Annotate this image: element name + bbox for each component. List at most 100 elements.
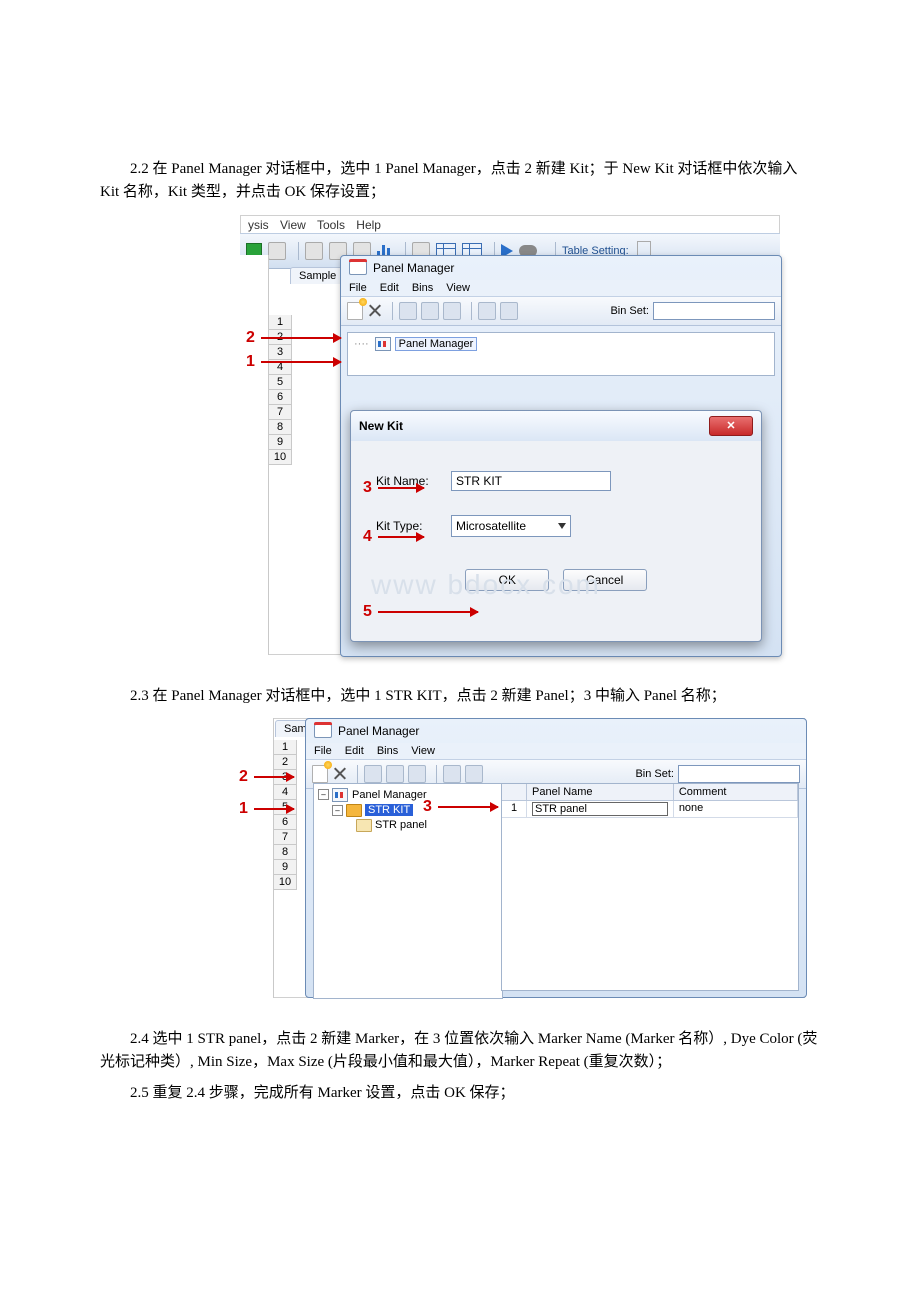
pm-tb-btn[interactable]	[399, 302, 417, 320]
grid-row[interactable]: 1 none	[502, 801, 798, 818]
pm-tb-btn[interactable]	[500, 302, 518, 320]
toolbar-icon-3[interactable]	[305, 242, 323, 260]
left-gutter	[240, 255, 269, 655]
figure-panel-manager-new-panel: Sample 1 2 3 4 5 6 7 8 9 10 Panel Manage…	[245, 718, 805, 998]
comment-cell[interactable]: none	[674, 801, 798, 817]
close-button[interactable]: ✕	[709, 416, 753, 436]
instruction-2-3: 2.3 在 Panel Manager 对话框中，选中 1 STR KIT，点击…	[100, 685, 820, 708]
tree-root-label: Panel Manager	[352, 789, 427, 801]
row-num: 1	[269, 315, 291, 330]
callout-2: 2	[246, 329, 341, 347]
menu-help[interactable]: Help	[356, 218, 381, 232]
delete-icon[interactable]	[332, 766, 347, 781]
instruction-2-5: 2.5 重复 2.4 步骤，完成所有 Marker 设置，点击 OK 保存；	[100, 1082, 820, 1105]
tree-panel-label: STR panel	[375, 819, 427, 831]
instruction-2-2: 2.2 在 Panel Manager 对话框中，选中 1 Panel Mana…	[100, 158, 820, 205]
menu-tools[interactable]: Tools	[317, 218, 345, 232]
new-kit-title: New Kit	[359, 419, 403, 433]
pm-tb-btn[interactable]	[465, 765, 483, 783]
tree-panel-node[interactable]: STR panel	[318, 819, 498, 832]
panel-manager-toolbar: Bin Set:	[341, 296, 781, 326]
pm-tb-btn[interactable]	[478, 302, 496, 320]
row-num: 10	[274, 875, 296, 890]
row-num: 7	[269, 405, 291, 420]
panel-name-input[interactable]	[532, 802, 668, 816]
grid-header-idx	[502, 784, 527, 800]
expand-toggle-icon[interactable]: –	[318, 789, 329, 800]
pm-menu-file[interactable]: File	[349, 282, 367, 294]
pm-tb-btn[interactable]	[443, 765, 461, 783]
row-num: 7	[274, 830, 296, 845]
pm-menu-edit[interactable]: Edit	[345, 745, 364, 757]
left-gutter	[245, 718, 274, 998]
binset-label: Bin Set:	[610, 305, 649, 317]
toolbar-icon-2[interactable]	[268, 242, 286, 260]
kit-name-input[interactable]	[451, 471, 611, 491]
pm-menu-edit[interactable]: Edit	[380, 282, 399, 294]
binset-dropdown[interactable]	[678, 765, 800, 783]
ok-button[interactable]: OK	[465, 569, 549, 591]
row-num: 9	[269, 435, 291, 450]
instruction-2-4: 2.4 选中 1 STR panel，点击 2 新建 Marker，在 3 位置…	[100, 1028, 820, 1075]
panel-manager-node-icon	[332, 788, 348, 802]
new-kit-icon[interactable]	[347, 302, 363, 320]
expand-toggle-icon[interactable]: –	[332, 805, 343, 816]
pm-menu-file[interactable]: File	[314, 745, 332, 757]
tree-root-label: Panel Manager	[395, 337, 478, 351]
callout-3: 3	[363, 479, 424, 497]
panel-manager-titlebar: Panel Manager	[341, 256, 781, 280]
pm-menu-view[interactable]: View	[446, 282, 470, 294]
callout-4: 4	[363, 528, 424, 546]
grid-row-index: 1	[502, 801, 527, 817]
panel-grid: Panel Name Comment 1 none	[501, 783, 799, 991]
pm-tb-btn[interactable]	[421, 302, 439, 320]
pm-tb-btn[interactable]	[443, 302, 461, 320]
callout-3: 3	[423, 798, 498, 816]
tree-kit-label: STR KIT	[365, 804, 413, 816]
panel-manager-title: Panel Manager	[373, 261, 454, 275]
panel-manager-titlebar: Panel Manager	[306, 719, 806, 743]
menu-view[interactable]: View	[280, 218, 306, 232]
pm-tb-btn[interactable]	[408, 765, 426, 783]
tree-root-node[interactable]: ···· Panel Manager	[354, 337, 768, 351]
callout-2: 2	[239, 768, 294, 786]
panel-name-cell[interactable]	[527, 801, 674, 817]
pm-menu-view[interactable]: View	[411, 745, 435, 757]
panel-manager-menubar: File Edit Bins View	[341, 280, 781, 296]
cancel-button[interactable]: Cancel	[563, 569, 647, 591]
row-num: 8	[269, 420, 291, 435]
row-num: 4	[274, 785, 296, 800]
closed-folder-icon	[356, 819, 372, 832]
grid-header-comment: Comment	[674, 784, 798, 800]
figure-panel-manager-new-kit: ysis View Tools Help Table Setting:	[240, 215, 780, 655]
row-num: 10	[269, 450, 291, 465]
panel-manager-window: Panel Manager File Edit Bins View Bin Se…	[305, 718, 807, 998]
new-panel-icon[interactable]	[312, 765, 328, 783]
pm-tb-btn[interactable]	[364, 765, 382, 783]
callout-1: 1	[239, 800, 294, 818]
row-num: 8	[274, 845, 296, 860]
callout-5: 5	[363, 603, 478, 621]
pm-menu-bins[interactable]: Bins	[412, 282, 433, 294]
menu-analysis[interactable]: ysis	[248, 218, 269, 232]
panel-manager-tree[interactable]: ···· Panel Manager	[347, 332, 775, 376]
row-num: 5	[269, 375, 291, 390]
row-num: 1	[274, 740, 296, 755]
binset-dropdown[interactable]	[653, 302, 775, 320]
panel-manager-title: Panel Manager	[338, 724, 419, 738]
binset-label: Bin Set:	[635, 768, 674, 780]
kit-type-value: Microsatellite	[456, 519, 526, 533]
pm-menu-bins[interactable]: Bins	[377, 745, 398, 757]
pm-tb-btn[interactable]	[386, 765, 404, 783]
main-menubar: ysis View Tools Help	[240, 215, 780, 235]
panel-manager-node-icon	[375, 337, 391, 351]
open-folder-icon	[346, 804, 362, 817]
grid-header-panel-name: Panel Name	[527, 784, 674, 800]
callout-1: 1	[246, 353, 341, 371]
kit-type-select[interactable]: Microsatellite	[451, 515, 571, 537]
row-num: 6	[269, 390, 291, 405]
delete-icon[interactable]	[367, 303, 382, 318]
panel-manager-icon	[314, 724, 332, 738]
sample-tab[interactable]: Sample	[290, 267, 345, 284]
panel-manager-menubar: File Edit Bins View	[306, 743, 806, 759]
